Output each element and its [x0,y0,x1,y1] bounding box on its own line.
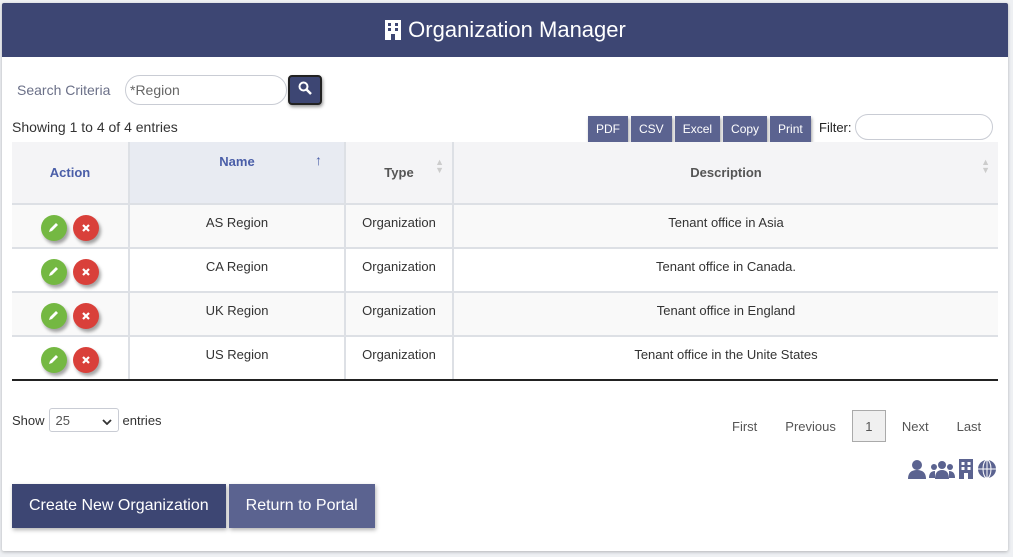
column-action: Action [12,142,129,204]
row-name: CA Region [128,247,345,292]
print-button[interactable]: Print [770,116,811,142]
page-length: Show 25 entries [12,408,162,432]
row-actions [12,203,129,248]
pencil-icon [48,353,60,368]
column-description[interactable]: Description ▲ ▼ [452,142,998,204]
row-actions [12,291,129,336]
column-name[interactable]: Name ↑ [128,142,345,204]
delete-button[interactable] [73,259,99,285]
column-type-label: Type [384,165,414,180]
globe-icon[interactable] [977,459,997,484]
filter-input[interactable] [854,114,993,140]
building-icon [384,20,402,40]
copy-button[interactable]: Copy [723,116,768,142]
row-type: Organization [344,335,453,381]
page-header: Organization Manager [2,3,1008,57]
entries-label: entries [122,412,162,428]
organization-manager-panel: Organization Manager Search Criteria Sho… [2,3,1008,551]
previous-page-link[interactable]: Previous [771,419,850,434]
row-description: Tenant office in Asia [452,203,998,248]
column-name-label: Name [219,154,255,169]
pencil-icon [48,309,60,324]
close-icon [81,353,91,368]
navigation-icons [908,459,997,484]
current-page[interactable]: 1 [851,410,886,442]
page-length-value: 25 [55,412,70,428]
table-row: UK Region Organization Tenant office in … [12,291,998,336]
close-icon [81,265,91,280]
row-name: UK Region [128,291,345,336]
delete-button[interactable] [73,215,99,241]
row-description: Tenant office in Canada. [452,247,998,292]
edit-button[interactable] [41,303,67,329]
show-label: Show [12,412,45,428]
table-row: AS Region Organization Tenant office in … [12,203,998,248]
sort-asc-icon: ↑ [315,152,322,168]
organizations-table: Action Name ↑ Type ▲ ▼ Description ▲ ▼ A… [12,142,998,381]
edit-button[interactable] [41,347,67,373]
row-name: AS Region [128,203,345,248]
export-buttons: PDF CSV Excel Copy Print [588,116,811,142]
first-page-link[interactable]: First [718,419,771,434]
table-row: US Region Organization Tenant office in … [12,335,998,381]
search-input[interactable] [125,75,287,105]
last-page-link[interactable]: Last [943,419,996,434]
search-label: Search Criteria [17,82,111,98]
excel-button[interactable]: Excel [674,116,721,142]
search-criteria: Search Criteria [17,75,322,105]
return-to-portal-button[interactable]: Return to Portal [228,484,375,528]
row-description: Tenant office in England [452,291,998,336]
footer-buttons: Create New Organization Return to Portal [12,484,375,528]
close-icon [81,221,91,236]
csv-button[interactable]: CSV [631,116,672,142]
search-icon [298,81,312,100]
column-description-label: Description [690,165,762,180]
building-icon[interactable] [958,459,974,484]
filter: Filter: [819,114,993,140]
row-name: US Region [128,335,345,381]
pencil-icon [48,265,60,280]
delete-button[interactable] [73,347,99,373]
row-actions [12,335,129,381]
filter-label: Filter: [819,119,852,135]
pencil-icon [48,221,60,236]
close-icon [81,309,91,324]
row-type: Organization [344,291,453,336]
pdf-button[interactable]: PDF [588,116,628,142]
row-type: Organization [344,203,453,248]
table-row: CA Region Organization Tenant office in … [12,247,998,292]
sort-icon: ▲ ▼ [981,157,990,175]
page-length-select[interactable]: 25 [48,408,119,432]
page-title: Organization Manager [408,17,626,42]
row-actions [12,247,129,292]
edit-button[interactable] [41,215,67,241]
column-type[interactable]: Type ▲ ▼ [344,142,453,204]
users-icon[interactable] [929,459,955,484]
row-description: Tenant office in the Unite States [452,335,998,381]
next-page-link[interactable]: Next [888,419,943,434]
create-organization-button[interactable]: Create New Organization [12,484,226,528]
chevron-down-icon [101,413,112,428]
user-icon[interactable] [908,459,926,484]
table-info: Showing 1 to 4 of 4 entries [12,119,178,135]
sort-icon: ▲ ▼ [435,157,444,175]
search-button[interactable] [288,75,322,105]
delete-button[interactable] [73,303,99,329]
edit-button[interactable] [41,259,67,285]
row-type: Organization [344,247,453,292]
pagination: First Previous 1 Next Last [718,410,995,442]
